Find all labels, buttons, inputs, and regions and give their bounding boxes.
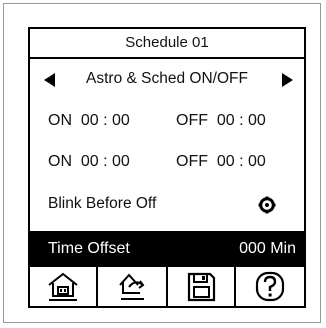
gear-icon[interactable]	[258, 196, 276, 214]
footer-toolbar	[30, 267, 304, 306]
save-button[interactable]	[168, 267, 236, 306]
mode-label: Astro & Sched ON/OFF	[86, 70, 248, 87]
help-button[interactable]	[236, 267, 304, 306]
schedule-row-2: ON 00 : 00 OFF 00 : 00	[30, 142, 304, 182]
device-frame: Schedule 01 Astro & Sched ON/OFF ON 00 :…	[3, 3, 321, 323]
off-time-field[interactable]: OFF 00 : 00	[176, 101, 266, 141]
time-offset-row[interactable]: Time Offset 000 Min	[30, 231, 304, 267]
blink-label: Blink Before Off	[48, 195, 157, 212]
time-offset-value[interactable]: 000 Min	[239, 231, 296, 267]
on-time-field[interactable]: ON 00 : 00	[48, 101, 130, 141]
time-offset-label: Time Offset	[48, 240, 130, 257]
help-icon	[255, 271, 285, 302]
back-button[interactable]	[98, 267, 168, 306]
schedule-row-1: ON 00 : 00 OFF 00 : 00	[30, 101, 304, 141]
home-icon	[48, 272, 78, 301]
off-time-field[interactable]: OFF 00 : 00	[176, 142, 266, 182]
on-time-field[interactable]: ON 00 : 00	[48, 142, 130, 182]
back-icon	[119, 273, 145, 300]
page-title: Schedule 01	[30, 29, 304, 59]
blink-before-off-row[interactable]: Blink Before Off	[30, 184, 304, 224]
lcd-screen: Schedule 01 Astro & Sched ON/OFF ON 00 :…	[28, 27, 306, 308]
save-icon	[187, 272, 216, 302]
home-button[interactable]	[30, 267, 98, 306]
arrow-right-icon[interactable]	[282, 73, 293, 87]
mode-selector[interactable]: Astro & Sched ON/OFF	[30, 59, 304, 99]
